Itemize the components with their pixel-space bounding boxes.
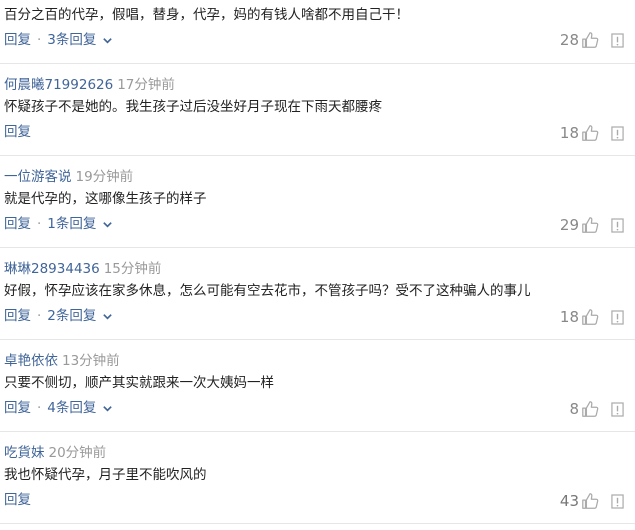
- comment-author[interactable]: 琳琳28934436: [4, 261, 100, 277]
- like-count: 18: [559, 124, 579, 142]
- thumbs-up-icon[interactable]: [581, 308, 599, 326]
- comment-right-tools: 8: [569, 399, 624, 419]
- comment-time: 13分钟前: [62, 353, 120, 369]
- report-flag-icon[interactable]: [611, 401, 624, 417]
- reply-button[interactable]: 回复: [4, 215, 31, 233]
- thumbs-up-icon[interactable]: [581, 124, 599, 142]
- comment-content: 好假，怀孕应该在家多休息，怎么可能有空去花市，不管孩子吗？受不了这种骗人的事儿: [4, 283, 531, 299]
- chevron-down-icon: [102, 37, 112, 44]
- chevron-down-icon: [102, 313, 112, 320]
- comment-actions: 回复 · 4条回复: [4, 399, 113, 417]
- like-count: 29: [559, 216, 579, 234]
- replies-count-label: 4条回复: [47, 400, 97, 416]
- view-replies-button[interactable]: 2条回复: [47, 307, 112, 325]
- comment-actions: 回复: [4, 491, 31, 509]
- comment-time: 20分钟前: [48, 445, 107, 461]
- comment-author[interactable]: 吃貨妹: [4, 445, 45, 461]
- comment-content: 怀疑孩子不是她的。我生孩子过后没坐好月子现在下雨天都腰疼: [4, 99, 382, 115]
- replies-count-label: 2条回复: [47, 308, 97, 324]
- report-flag-icon[interactable]: [611, 217, 624, 233]
- comment-content: 百分之百的代孕，假唱，替身，代孕，妈的有钱人啥都不用自己干！: [4, 7, 409, 23]
- comment-meta: 吃貨妹 20分钟前: [4, 444, 106, 462]
- replies-count-label: 3条回复: [47, 32, 97, 48]
- comment-actions: 回复 · 2条回复: [4, 307, 113, 325]
- reply-button[interactable]: 回复: [4, 123, 31, 141]
- comment-meta: 何晨曦71992626 17分钟前: [4, 76, 175, 94]
- comment-item: 琳琳28934436 15分钟前 好假，怀孕应该在家多休息，怎么可能有空去花市，不…: [0, 248, 635, 340]
- comment-right-tools: 29: [560, 215, 624, 235]
- reply-button[interactable]: 回复: [4, 491, 31, 509]
- report-flag-icon[interactable]: [611, 32, 624, 48]
- like-count: 8: [569, 400, 579, 418]
- comment-actions: 回复 · 1条回复: [4, 215, 113, 233]
- chevron-down-icon: [102, 221, 112, 228]
- view-replies-button[interactable]: 3条回复: [47, 31, 112, 49]
- comment-time: 19分钟前: [75, 169, 134, 185]
- report-flag-icon[interactable]: [611, 125, 624, 141]
- comment-author[interactable]: 一位游客说: [4, 169, 72, 185]
- view-replies-button[interactable]: 1条回复: [47, 215, 112, 233]
- separator-dot: ·: [37, 32, 42, 48]
- comment-time: 17分钟前: [117, 77, 175, 93]
- comment-content: 我也怀疑代孕，月子里不能吹风的: [4, 467, 207, 483]
- like-count: 28: [559, 31, 579, 49]
- comment-actions: 回复 · 3条回复: [4, 31, 113, 49]
- comment-author[interactable]: 何晨曦71992626: [4, 77, 113, 93]
- comment-item: 卓艳依依 13分钟前 只要不侧切，顺产其实就跟来一次大姨妈一样 回复 · 4条回复…: [0, 340, 635, 432]
- separator-dot: ·: [37, 308, 42, 324]
- comment-content: 只要不侧切，顺产其实就跟来一次大姨妈一样: [4, 375, 274, 391]
- comment-meta: 一位游客说 19分钟前: [4, 168, 133, 186]
- thumbs-up-icon[interactable]: [581, 216, 599, 234]
- comment-right-tools: 28: [560, 30, 624, 50]
- thumbs-up-icon[interactable]: [581, 492, 599, 510]
- chevron-down-icon: [102, 405, 112, 412]
- comment-meta: 琳琳28934436 15分钟前: [4, 260, 161, 278]
- comment-meta: 卓艳依依 13分钟前: [4, 352, 120, 370]
- replies-count-label: 1条回复: [47, 216, 97, 232]
- reply-button[interactable]: 回复: [4, 307, 31, 325]
- reply-button[interactable]: 回复: [4, 31, 31, 49]
- view-replies-button[interactable]: 4条回复: [47, 399, 112, 417]
- comment-right-tools: 18: [560, 307, 624, 327]
- thumbs-up-icon[interactable]: [581, 31, 599, 49]
- comment-time: 15分钟前: [103, 261, 162, 277]
- comment-actions: 回复: [4, 123, 31, 141]
- comment-item: 何晨曦71992626 17分钟前 怀疑孩子不是她的。我生孩子过后没坐好月子现在下…: [0, 64, 635, 156]
- comment-right-tools: 43: [560, 491, 624, 511]
- report-flag-icon[interactable]: [611, 493, 624, 509]
- report-flag-icon[interactable]: [611, 309, 624, 325]
- like-count: 43: [559, 492, 579, 510]
- comment-author[interactable]: 卓艳依依: [4, 353, 58, 369]
- comment-right-tools: 18: [560, 123, 624, 143]
- reply-button[interactable]: 回复: [4, 399, 31, 417]
- thumbs-up-icon[interactable]: [581, 400, 599, 418]
- separator-dot: ·: [37, 216, 42, 232]
- comment-item: 一位游客说 19分钟前 就是代孕的，这哪像生孩子的样子 回复 · 1条回复 29: [0, 156, 635, 248]
- comment-content: 就是代孕的，这哪像生孩子的样子: [4, 191, 207, 207]
- comment-item: 吃貨妹 20分钟前 我也怀疑代孕，月子里不能吹风的 回复 43: [0, 432, 635, 530]
- comment-item: 百分之百的代孕，假唱，替身，代孕，妈的有钱人啥都不用自己干！ 回复 · 3条回复…: [0, 0, 635, 64]
- divider: [0, 523, 635, 524]
- separator-dot: ·: [37, 400, 42, 416]
- like-count: 18: [559, 308, 579, 326]
